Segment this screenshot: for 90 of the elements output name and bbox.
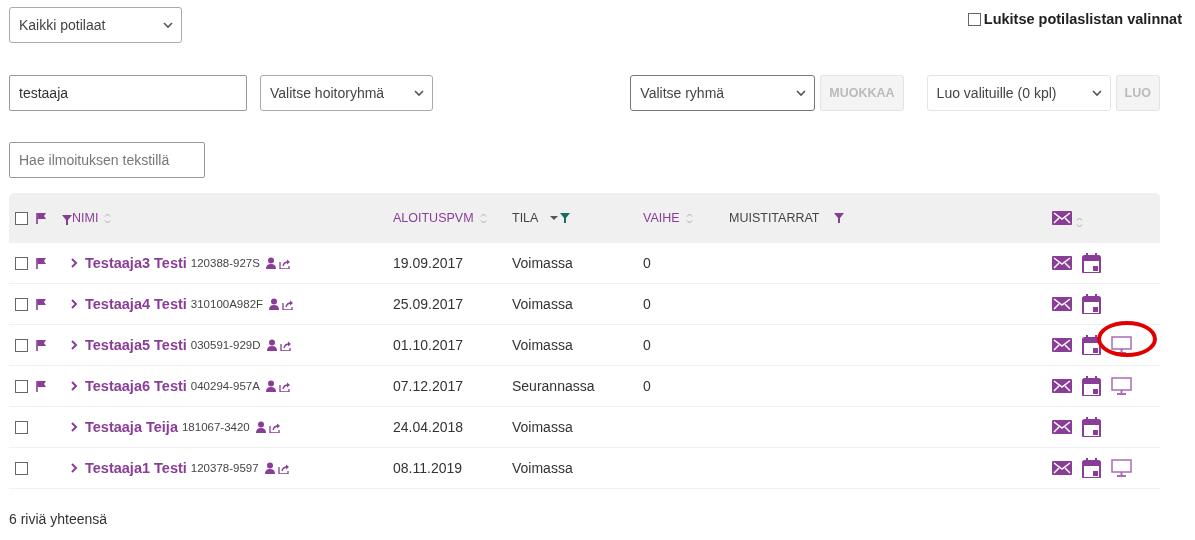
calendar-icon xyxy=(1082,376,1101,396)
patient-name-link[interactable]: Testaaja5 Testi xyxy=(85,337,187,353)
notice-search-field[interactable]: Hae ilmoituksen tekstillä xyxy=(9,142,205,178)
share-icon xyxy=(279,339,291,351)
group-dropdown[interactable]: Valitse ryhmä xyxy=(630,75,816,111)
start-date: 01.10.2017 xyxy=(393,337,464,353)
caret-icon xyxy=(414,89,424,97)
chevron-icon xyxy=(71,299,78,309)
status-text: Voimassa xyxy=(512,337,573,353)
start-date: 25.09.2017 xyxy=(393,296,464,312)
patient-id: 120378-9597 xyxy=(190,462,259,474)
status-text: Voimassa xyxy=(512,296,573,312)
share-icon xyxy=(277,462,289,474)
mail-icon xyxy=(1052,461,1072,475)
name-search-field[interactable]: testaaja xyxy=(9,75,247,111)
caret-icon xyxy=(796,89,807,97)
row-count: 6 riviä yhteensä xyxy=(9,511,109,527)
status-text: Seurannassa xyxy=(512,378,595,394)
start-date: 24.04.2018 xyxy=(393,419,464,435)
mail-icon xyxy=(1052,211,1072,225)
patient-name-link[interactable]: Testaaja1 Testi xyxy=(85,460,187,476)
flag-icon xyxy=(36,211,47,225)
caret-icon xyxy=(163,21,173,29)
patient-name-link[interactable]: Testaaja6 Testi xyxy=(85,378,187,394)
chevron-icon xyxy=(71,340,78,350)
patient-id: 120388-927S xyxy=(190,257,260,269)
mail-icon xyxy=(1052,297,1072,311)
row-checkbox[interactable] xyxy=(15,297,28,311)
caret-icon xyxy=(1091,89,1102,97)
column-header: MUISTITARRAT xyxy=(729,211,820,225)
start-date: 08.11.2019 xyxy=(393,460,463,476)
mail-icon xyxy=(1052,379,1072,393)
phase-value: 0 xyxy=(643,378,651,394)
select-all-checkbox[interactable] xyxy=(15,211,28,225)
sort-icon xyxy=(685,212,693,224)
row-checkbox[interactable] xyxy=(15,338,28,352)
phase-value: 0 xyxy=(643,337,651,353)
patient-id: 181067-3420 xyxy=(181,421,250,433)
person-icon xyxy=(266,339,277,351)
row-checkbox[interactable] xyxy=(15,256,28,270)
person-icon xyxy=(269,298,280,310)
mail-icon xyxy=(1052,256,1072,270)
row-checkbox[interactable] xyxy=(15,420,28,434)
row-checkbox[interactable] xyxy=(15,461,28,475)
sort-icon xyxy=(104,212,112,224)
column-header[interactable]: NIMI xyxy=(72,211,99,225)
patient-id: 030591-929D xyxy=(190,339,261,351)
share-icon xyxy=(278,257,290,269)
patient-name-link[interactable]: Testaaja3 Testi xyxy=(85,255,187,271)
phase-value: 0 xyxy=(643,296,651,312)
calendar-icon xyxy=(1082,458,1101,478)
calendar-icon xyxy=(1082,294,1101,314)
calendar-icon xyxy=(1082,417,1101,437)
share-icon xyxy=(278,380,290,392)
patient-id: 310100A982F xyxy=(190,298,264,310)
start-date: 19.09.2017 xyxy=(393,255,464,271)
person-icon xyxy=(265,257,276,269)
lock-checkbox[interactable] xyxy=(967,12,981,26)
chevron-icon xyxy=(71,463,78,473)
status-text: Voimassa xyxy=(512,255,573,271)
calendar-icon xyxy=(1082,335,1101,355)
lock-label: Lukitse potilaslistan valinnat xyxy=(983,11,1182,27)
phase-value: 0 xyxy=(643,255,651,271)
status-text: Voimassa xyxy=(512,460,573,476)
chevron-icon xyxy=(71,381,78,391)
patient-id: 040294-957A xyxy=(190,380,260,392)
row-checkbox[interactable] xyxy=(15,379,28,393)
care-group-dropdown[interactable]: Valitse hoitoryhmä xyxy=(260,75,433,111)
person-icon xyxy=(265,380,276,392)
create-dropdown[interactable]: Luo valituille (0 kpl) xyxy=(926,75,1111,111)
person-icon xyxy=(255,421,266,433)
share-icon xyxy=(268,421,280,433)
sort-icon xyxy=(479,212,487,224)
caret-icon xyxy=(550,215,559,221)
chevron-icon xyxy=(71,422,78,432)
sort-icon xyxy=(1076,216,1083,228)
mail-icon xyxy=(1052,338,1072,352)
start-date: 07.12.2017 xyxy=(393,378,464,394)
patient-dropdown[interactable]: Kaikki potilaat xyxy=(9,7,182,43)
status-text: Voimassa xyxy=(512,419,573,435)
column-header[interactable]: ALOITUSPVM xyxy=(393,211,474,225)
person-icon xyxy=(264,462,275,474)
mail-icon xyxy=(1052,420,1072,434)
patient-name-link[interactable]: Testaaja Teija xyxy=(85,419,178,435)
column-header[interactable]: VAIHE xyxy=(643,211,680,225)
patient-name-link[interactable]: Testaaja4 Testi xyxy=(85,296,187,312)
chevron-icon xyxy=(71,258,78,268)
column-header: TILA xyxy=(512,211,539,225)
share-icon xyxy=(282,298,294,310)
calendar-icon xyxy=(1082,253,1101,273)
